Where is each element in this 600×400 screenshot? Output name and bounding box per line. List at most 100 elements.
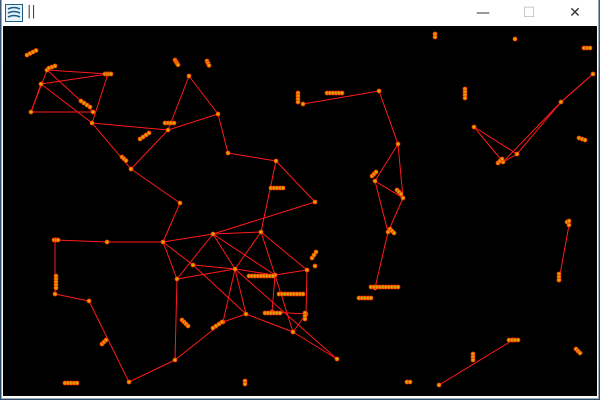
app-window: || — ☐ ✕ xyxy=(2,0,598,398)
graph-node xyxy=(462,95,468,101)
graph-edge xyxy=(30,83,42,113)
graph-edge xyxy=(260,231,276,276)
graph-node xyxy=(391,230,397,236)
graph-edge xyxy=(212,233,236,270)
graph-node xyxy=(312,199,318,205)
graph-node xyxy=(372,178,378,184)
graph-edge xyxy=(516,101,562,155)
graph-edge xyxy=(217,113,229,154)
minimize-icon: — xyxy=(476,5,490,21)
graph-node xyxy=(103,337,109,343)
graph-node xyxy=(558,99,564,105)
graph-edge xyxy=(378,90,399,145)
graph-node xyxy=(407,379,413,385)
graph-node xyxy=(313,249,319,255)
graph-node xyxy=(373,169,379,175)
title-bar[interactable]: || — ☐ ✕ xyxy=(2,0,598,26)
graph-node xyxy=(185,323,191,329)
graph-node xyxy=(339,90,345,96)
graph-edge xyxy=(558,224,570,281)
graph-node xyxy=(242,381,248,387)
graph-edge xyxy=(374,231,389,289)
graph-edge xyxy=(234,268,338,360)
graph-node xyxy=(33,48,39,53)
graph-node xyxy=(376,88,382,94)
graph-edge xyxy=(275,160,316,203)
graph-node xyxy=(304,267,310,273)
graph-node xyxy=(86,298,92,304)
graph-edge xyxy=(222,313,247,323)
graph-node xyxy=(90,109,96,115)
graph-edge xyxy=(274,269,308,276)
graph-node xyxy=(175,62,181,68)
graph-node xyxy=(126,379,132,385)
graph-node xyxy=(582,137,588,143)
graph-node xyxy=(512,36,518,42)
graph-node xyxy=(210,231,216,237)
graph-edge xyxy=(91,73,109,124)
graph-edge xyxy=(91,122,169,131)
graph-node xyxy=(172,357,178,363)
graph-edge xyxy=(473,126,518,155)
graph-node xyxy=(432,34,438,40)
graph-edge xyxy=(260,160,277,233)
maximize-icon: ☐ xyxy=(522,5,536,21)
graph-node xyxy=(302,316,308,322)
graph-edge xyxy=(305,269,308,315)
maximize-button[interactable]: ☐ xyxy=(506,0,552,26)
graph-edge xyxy=(212,201,316,235)
graph-node xyxy=(174,276,180,282)
graph-canvas[interactable] xyxy=(3,26,597,396)
graph-node xyxy=(128,166,134,172)
graph-node xyxy=(290,329,296,335)
minimize-button[interactable]: — xyxy=(460,0,506,26)
graph-edge xyxy=(188,75,219,115)
graph-node xyxy=(215,111,221,117)
close-icon: ✕ xyxy=(569,5,581,21)
graph-node xyxy=(395,284,401,290)
graph-node xyxy=(398,191,404,197)
close-button[interactable]: ✕ xyxy=(552,0,598,26)
graph-node xyxy=(270,273,276,279)
graph-edge xyxy=(192,264,236,270)
graph-edge xyxy=(128,359,176,383)
graph-node xyxy=(258,229,264,235)
graph-edge xyxy=(274,274,294,333)
graph-edge xyxy=(130,168,181,204)
graph-edge xyxy=(245,313,294,333)
graph-node xyxy=(53,285,59,291)
graph-node xyxy=(590,71,596,77)
graph-node xyxy=(186,73,192,79)
graph-node xyxy=(28,109,34,115)
graph-edge xyxy=(54,293,90,302)
graph-node xyxy=(74,380,80,386)
graph-edge xyxy=(212,233,276,276)
graph-plot[interactable] xyxy=(3,26,597,396)
graph-edge xyxy=(473,126,504,163)
graph-node xyxy=(165,127,171,133)
graph-node xyxy=(108,71,114,77)
graph-edge xyxy=(374,180,389,233)
graph-edge xyxy=(271,274,276,313)
graph-node xyxy=(219,319,225,325)
graph-edge xyxy=(40,73,109,85)
graph-edge xyxy=(560,73,594,103)
graph-node xyxy=(436,382,442,388)
graph-node xyxy=(334,356,340,362)
graph-edge xyxy=(374,143,399,182)
graph-node xyxy=(87,104,93,110)
graph-node xyxy=(587,45,593,51)
graph-node xyxy=(104,239,110,245)
app-logo-icon xyxy=(5,4,23,22)
graph-node xyxy=(300,291,306,297)
graph-node xyxy=(232,266,238,272)
graph-node xyxy=(395,141,401,147)
graph-edge xyxy=(502,101,562,163)
graph-node xyxy=(190,262,196,268)
graph-edge xyxy=(162,202,181,243)
graph-edge xyxy=(222,268,236,323)
graph-node xyxy=(89,120,95,126)
graph-edge xyxy=(292,331,338,360)
graph-edge xyxy=(88,300,130,383)
graph-node xyxy=(273,158,279,164)
